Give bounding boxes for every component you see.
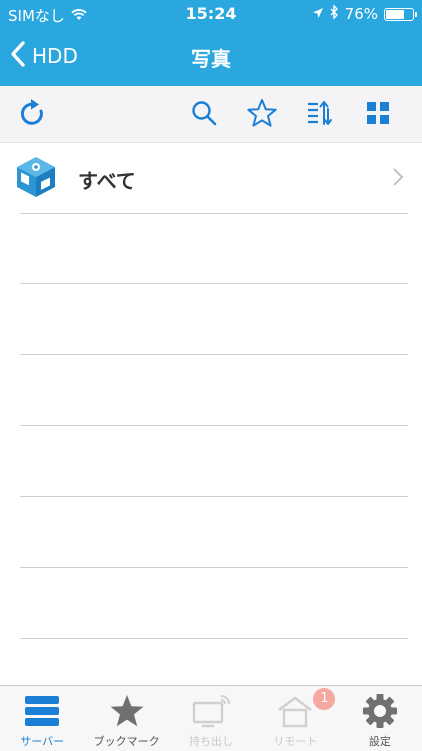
search-button[interactable]	[187, 98, 221, 132]
list-item-label: すべて	[78, 169, 136, 193]
tab-bookmark[interactable]: ブックマーク	[84, 686, 168, 751]
bluetooth-icon	[330, 4, 339, 23]
page-title: 写真	[191, 47, 231, 71]
tab-bar: サーバー ブックマーク 持ち出し 1 リモート 設定	[0, 685, 422, 751]
tab-label: 設定	[368, 735, 391, 748]
bookmark-button[interactable]	[245, 98, 279, 132]
sort-icon	[306, 99, 332, 131]
photo-list: すべて	[0, 143, 422, 639]
empty-row	[20, 213, 408, 284]
tab-label: ブックマーク	[93, 735, 160, 748]
gear-icon	[338, 694, 422, 728]
empty-row	[20, 355, 408, 426]
empty-row	[20, 497, 408, 568]
battery-icon	[384, 7, 417, 21]
star-icon	[84, 694, 168, 728]
sort-button[interactable]	[302, 98, 336, 132]
location-arrow-icon	[312, 5, 324, 23]
navigation-bar: HDD 写真	[0, 28, 422, 86]
star-outline-icon	[246, 98, 278, 132]
photo-folder-icon	[14, 155, 58, 199]
status-right: 76%	[312, 4, 417, 23]
search-icon	[191, 100, 217, 130]
grid-view-button[interactable]	[361, 98, 395, 132]
empty-row	[20, 426, 408, 497]
chevron-right-icon	[392, 167, 404, 191]
tab-label: リモート	[273, 735, 318, 748]
cast-icon	[169, 694, 253, 728]
refresh-button[interactable]	[16, 98, 50, 132]
list-item-all[interactable]: すべて	[0, 143, 408, 214]
empty-row	[20, 284, 408, 355]
status-bar: SIMなし 15:24 76%	[0, 0, 422, 28]
tab-label: 持ち出し	[189, 735, 234, 748]
tab-settings[interactable]: 設定	[338, 686, 422, 751]
battery-percent: 76%	[344, 5, 378, 23]
refresh-icon	[19, 98, 47, 132]
tab-server[interactable]: サーバー	[0, 686, 84, 751]
tab-takeout[interactable]: 持ち出し	[169, 686, 253, 751]
server-icon	[0, 694, 84, 728]
toolbar	[0, 86, 422, 143]
empty-row	[20, 568, 408, 639]
tab-label: サーバー	[20, 735, 65, 748]
tab-remote[interactable]: 1 リモート	[253, 686, 337, 751]
grid-icon	[366, 101, 390, 129]
